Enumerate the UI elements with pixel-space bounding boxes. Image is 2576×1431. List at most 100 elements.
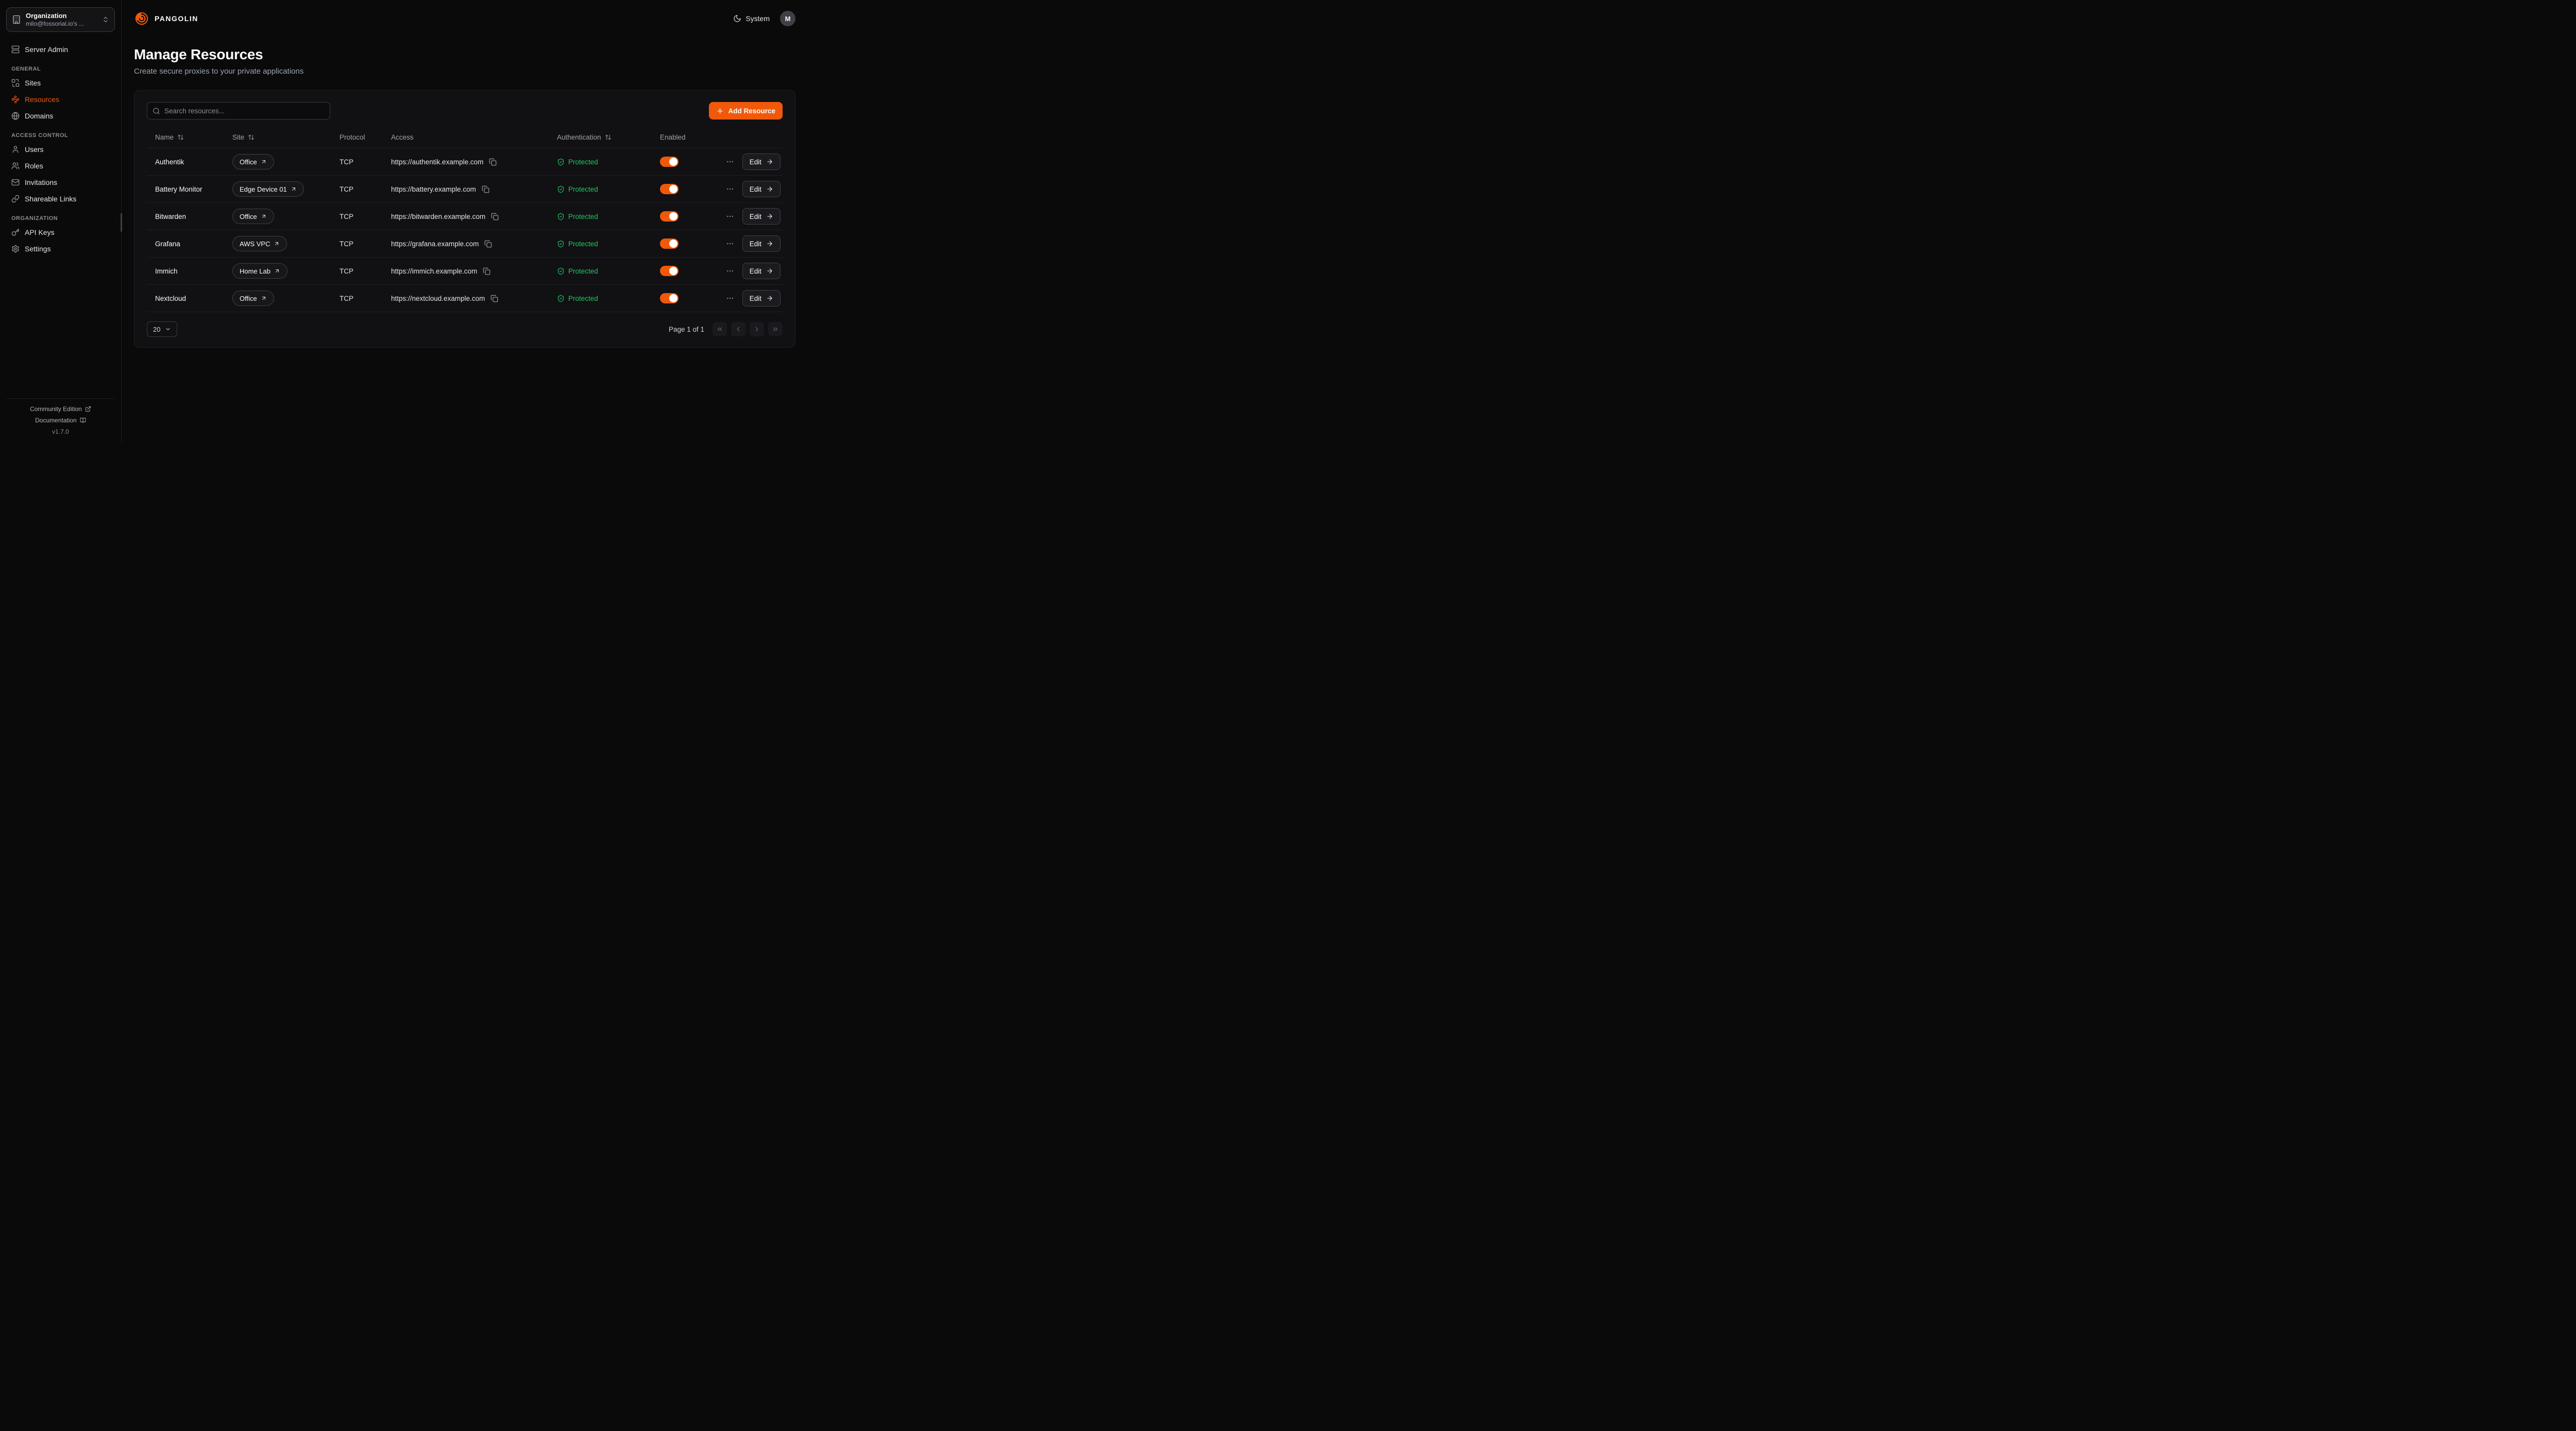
mail-icon (11, 178, 20, 186)
col-enabled: Enabled (652, 133, 714, 141)
edit-button[interactable]: Edit (742, 290, 781, 306)
copy-icon[interactable] (488, 157, 498, 167)
sidebar-item-label: Resources (25, 95, 59, 104)
sidebar-scrollbar[interactable] (121, 213, 122, 232)
sort-icon (248, 134, 255, 141)
site-link-button[interactable]: AWS VPC (232, 236, 287, 251)
external-arrow-icon (261, 159, 267, 165)
community-edition-link[interactable]: Community Edition (30, 405, 91, 413)
protected-badge: Protected (557, 213, 598, 220)
sites-icon (11, 79, 20, 87)
first-page-button[interactable] (713, 322, 727, 336)
resource-name: Authentik (155, 158, 184, 166)
site-link-button[interactable]: Office (232, 154, 274, 169)
enabled-toggle[interactable] (660, 184, 679, 194)
sidebar-item-domains[interactable]: Domains (6, 108, 115, 124)
last-page-button[interactable] (768, 322, 783, 336)
actions-cell: Edit (714, 263, 783, 279)
brand: PANGOLIN (134, 11, 198, 26)
edit-button[interactable]: Edit (742, 208, 781, 225)
enabled-toggle[interactable] (660, 157, 679, 167)
copy-icon[interactable] (490, 212, 500, 222)
card-toolbar: Add Resource (147, 102, 783, 120)
documentation-link[interactable]: Documentation (35, 417, 86, 424)
next-page-button[interactable] (750, 322, 764, 336)
sidebar-item-roles[interactable]: Roles (6, 158, 115, 174)
resource-name-cell: Battery Monitor (147, 185, 224, 193)
add-resource-button[interactable]: Add Resource (709, 102, 783, 120)
row-menu-button[interactable] (725, 293, 735, 303)
site-cell: Office (224, 209, 331, 224)
search-box (147, 102, 330, 120)
enabled-cell (652, 211, 714, 222)
sidebar-item-resources[interactable]: Resources (6, 91, 115, 108)
copy-icon[interactable] (483, 239, 493, 249)
shield-check-icon (557, 185, 565, 193)
edit-button[interactable]: Edit (742, 235, 781, 252)
copy-icon[interactable] (481, 184, 490, 194)
row-menu-button[interactable] (725, 266, 735, 276)
shield-check-icon (557, 213, 565, 220)
ellipsis-icon (726, 212, 734, 220)
arrow-right-icon (766, 240, 773, 247)
resources-table: Name Site Protocol Access (147, 127, 783, 312)
sidebar-item-users[interactable]: Users (6, 141, 115, 158)
row-menu-button[interactable] (725, 238, 735, 249)
arrow-right-icon (766, 267, 773, 275)
prev-page-button[interactable] (731, 322, 745, 336)
protocol-cell: TCP (331, 295, 383, 302)
actions-cell: Edit (714, 208, 783, 225)
arrow-right-icon (766, 213, 773, 220)
copy-icon[interactable] (482, 266, 492, 276)
table-footer: 20 Page 1 of 1 (147, 321, 783, 337)
ellipsis-icon (726, 158, 734, 166)
sort-by-authentication[interactable]: Authentication (557, 133, 612, 141)
site-link-button[interactable]: Home Lab (232, 263, 287, 279)
theme-selector[interactable]: System (733, 14, 770, 23)
edit-button[interactable]: Edit (742, 181, 781, 197)
organization-title: Organization (26, 12, 97, 20)
arrow-right-icon (766, 185, 773, 193)
user-icon (11, 145, 20, 154)
access-cell: https://battery.example.com (383, 184, 549, 194)
sidebar-item-shareable-links[interactable]: Shareable Links (6, 191, 115, 207)
edit-button[interactable]: Edit (742, 263, 781, 279)
row-menu-button[interactable] (725, 211, 735, 222)
access-url: https://grafana.example.com (391, 240, 479, 248)
edit-button[interactable]: Edit (742, 154, 781, 170)
site-link-button[interactable]: Office (232, 291, 274, 306)
sort-by-site[interactable]: Site (232, 133, 255, 141)
ellipsis-icon (726, 185, 734, 193)
protocol-cell: TCP (331, 185, 383, 193)
search-input[interactable] (164, 107, 325, 115)
page-size-select[interactable]: 20 (147, 321, 177, 337)
site-cell: Office (224, 291, 331, 306)
avatar[interactable]: M (780, 11, 795, 26)
authentication-cell: Protected (549, 185, 652, 193)
copy-icon[interactable] (489, 294, 499, 303)
sidebar-item-sites[interactable]: Sites (6, 75, 115, 91)
nav-section-label: GENERAL (11, 66, 110, 72)
sidebar-item-invitations[interactable]: Invitations (6, 174, 115, 191)
enabled-toggle[interactable] (660, 293, 679, 303)
sort-by-name[interactable]: Name (155, 133, 184, 141)
enabled-toggle[interactable] (660, 266, 679, 276)
row-menu-button[interactable] (725, 157, 735, 167)
sidebar-item-settings[interactable]: Settings (6, 241, 115, 257)
enabled-toggle[interactable] (660, 211, 679, 222)
shield-check-icon (557, 240, 565, 248)
row-menu-button[interactable] (725, 184, 735, 194)
actions-cell: Edit (714, 181, 783, 197)
organization-selector[interactable]: Organization milo@fossorial.io's ... (6, 7, 115, 32)
site-link-button[interactable]: Edge Device 01 (232, 181, 304, 197)
external-arrow-icon (261, 213, 267, 219)
sidebar-item-api-keys[interactable]: API Keys (6, 224, 115, 241)
enabled-toggle[interactable] (660, 238, 679, 249)
main-content: PANGOLIN System M Manage Resources Creat… (122, 0, 808, 442)
globe-icon (11, 112, 20, 120)
nav-section-label: ACCESS CONTROL (11, 132, 110, 139)
protected-badge: Protected (557, 240, 598, 248)
protected-badge: Protected (557, 158, 598, 166)
sidebar-item-server-admin[interactable]: Server Admin (6, 41, 115, 58)
site-link-button[interactable]: Office (232, 209, 274, 224)
